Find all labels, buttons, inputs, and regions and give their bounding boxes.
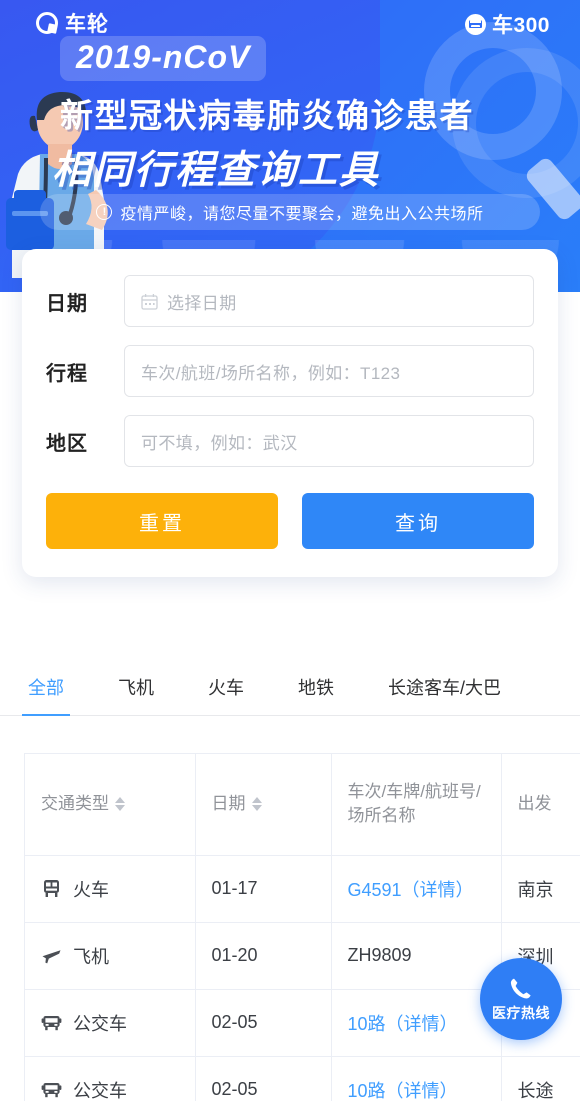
table-header-row: 交通类型 日期 车次/车牌/航班号/场所名称 出发: [25, 754, 580, 856]
banner-title-line2: 相同行程查询工具: [52, 149, 381, 192]
date-input-placeholder: 选择日期: [167, 293, 237, 313]
cell-date: 01-17: [195, 855, 332, 923]
column-header-departure: 出发: [501, 754, 580, 856]
column-header-date[interactable]: 日期: [195, 754, 332, 856]
category-tabs: 全部 飞机 火车 地铁 长途客车/大巴: [0, 660, 580, 716]
cell-number: ZH9809: [331, 922, 502, 990]
cheluan-logo-text: 车轮: [65, 13, 109, 36]
medical-hotline-label: 医疗热线: [492, 1004, 550, 1021]
column-header-date-label: 日期: [211, 794, 246, 814]
reset-button[interactable]: 重置: [46, 493, 278, 549]
cell-date: 02-05: [195, 989, 332, 1057]
form-row-region: 地区 可不填，例如：武汉: [46, 415, 534, 467]
region-field-label: 地区: [46, 432, 88, 455]
plane-icon: [42, 950, 61, 964]
cell-number-link[interactable]: 10路（详情）: [331, 1056, 502, 1101]
cheluan-mark-icon: [36, 12, 58, 34]
search-button[interactable]: 查询: [302, 493, 534, 549]
calendar-icon: [141, 293, 158, 310]
form-row-trip: 行程 车次/航班/场所名称，例如：T123: [46, 345, 534, 397]
region-input[interactable]: 可不填，例如：武汉: [124, 415, 534, 467]
banner-headline: 2019-nCoV 新型冠状病毒肺炎确诊患者 相同行程查询工具: [52, 36, 474, 195]
trip-field-label: 行程: [46, 362, 88, 385]
ncov-badge: 2019-nCoV: [60, 36, 267, 81]
sort-icon[interactable]: [251, 797, 262, 812]
cell-date: 01-20: [195, 922, 332, 990]
tab-coach[interactable]: 长途客车/大巴: [388, 660, 501, 716]
che300-logo-text: 车300: [491, 14, 550, 37]
trip-input[interactable]: 车次/航班/场所名称，例如：T123: [124, 345, 534, 397]
cell-type-label: 公交车: [73, 1080, 127, 1101]
date-field-label: 日期: [46, 292, 88, 315]
search-form-card: 日期 选择日期 行程 车次/航班/场所名称，例如：T123 地区 可不填，例如：…: [22, 249, 558, 577]
column-header-type[interactable]: 交通类型: [25, 754, 196, 856]
cell-number-link[interactable]: 10路（详情）: [331, 989, 502, 1057]
form-row-date: 日期 选择日期: [46, 275, 534, 327]
cell-type: 飞机: [25, 922, 196, 990]
banner-title-line1: 新型冠状病毒肺炎确诊患者: [60, 97, 474, 134]
region-input-placeholder: 可不填，例如：武汉: [141, 433, 298, 453]
che300-car-icon: [464, 13, 486, 35]
column-header-type-label: 交通类型: [41, 794, 109, 814]
cell-type-label: 公交车: [73, 1013, 127, 1034]
exclamation-icon: !: [96, 204, 113, 220]
results-table-container: 交通类型 日期 车次/车牌/航班号/场所名称 出发 火车 01-17 G4591…: [24, 753, 580, 1101]
trip-input-placeholder: 车次/航班/场所名称，例如：T123: [141, 363, 401, 383]
column-header-number: 车次/车牌/航班号/场所名称: [331, 754, 502, 856]
tab-train[interactable]: 火车: [208, 660, 244, 716]
epidemic-notice-bar: ! 疫情严峻，请您尽量不要聚会，避免出入公共场所: [40, 194, 540, 230]
notice-text: 疫情严峻，请您尽量不要聚会，避免出入公共场所: [120, 206, 484, 223]
bus-icon: [41, 1083, 62, 1098]
table-row[interactable]: 火车 01-17 G4591（详情） 南京: [25, 855, 580, 923]
medical-hotline-fab[interactable]: 医疗热线: [480, 958, 562, 1040]
bus-icon: [41, 1016, 62, 1031]
table-head: 交通类型 日期 车次/车牌/航班号/场所名称 出发: [25, 754, 580, 856]
cell-type-label: 火车: [73, 879, 109, 900]
table-row[interactable]: 公交车 02-05 10路（详情） 长途: [25, 1056, 580, 1101]
results-table: 交通类型 日期 车次/车牌/航班号/场所名称 出发 火车 01-17 G4591…: [25, 754, 580, 1101]
cell-type: 公交车: [25, 989, 196, 1057]
brand-logo-cheluan[interactable]: 车轮: [36, 8, 109, 38]
page-root: 车轮 车300 2019-nCoV 新型冠状病毒肺炎确诊患者 相同行程查询工具 …: [0, 0, 580, 1101]
cell-date: 02-05: [195, 1056, 332, 1101]
form-actions: 重置 查询: [46, 493, 534, 549]
cell-type: 公交车: [25, 1056, 196, 1101]
tab-subway[interactable]: 地铁: [298, 660, 334, 716]
cell-departure: 南京: [501, 855, 580, 923]
tab-plane[interactable]: 飞机: [118, 660, 154, 716]
brand-logo-che300[interactable]: 车300: [464, 9, 550, 39]
sort-icon[interactable]: [115, 797, 125, 812]
cell-number-link[interactable]: G4591（详情）: [331, 855, 502, 923]
date-input[interactable]: 选择日期: [124, 275, 534, 327]
cell-departure: 长途: [501, 1056, 580, 1101]
cell-type-label: 飞机: [73, 946, 109, 967]
train-icon: [44, 880, 59, 897]
cell-type: 火车: [25, 855, 196, 923]
phone-icon: [510, 978, 531, 998]
tab-all[interactable]: 全部: [22, 660, 70, 716]
